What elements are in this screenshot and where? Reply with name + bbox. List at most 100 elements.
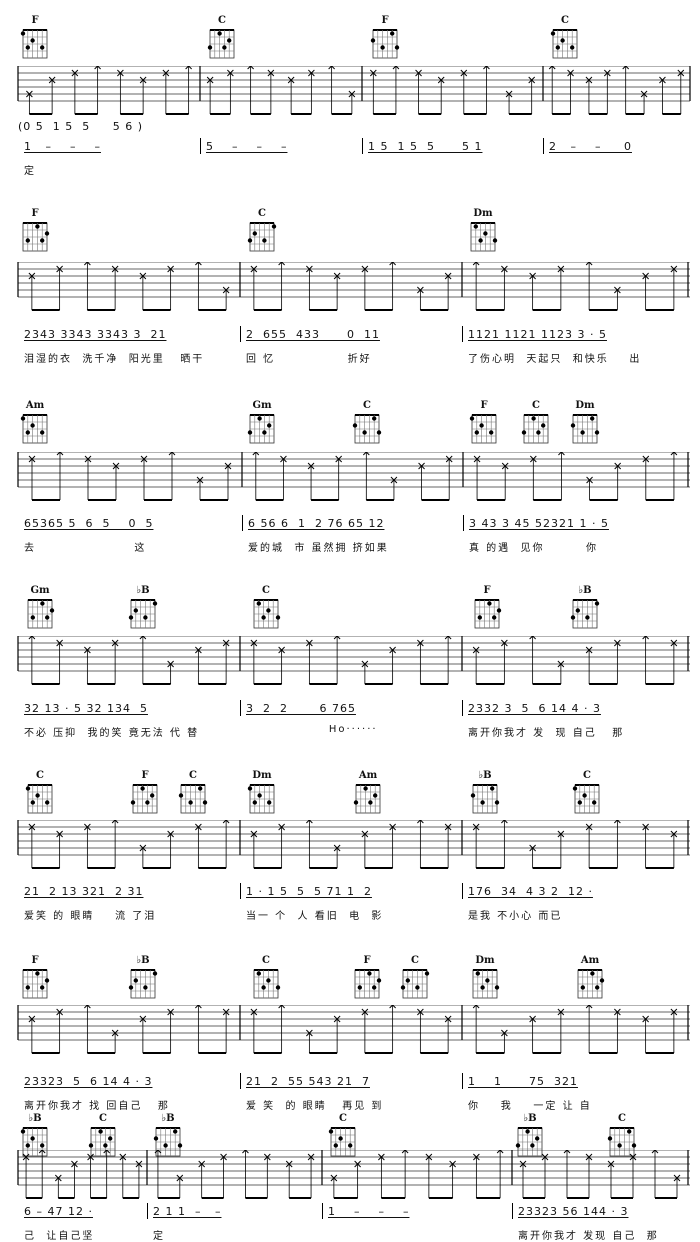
tab-note-x <box>250 639 258 684</box>
tab-note-x <box>348 90 356 114</box>
tab-note-x <box>390 476 398 500</box>
chord-grid-icon <box>577 969 605 999</box>
chord-diagram: Gm <box>245 400 279 445</box>
lyrics: 己 让自己坚 <box>24 1231 95 1242</box>
chord-diagram: F <box>18 208 52 253</box>
tab-note-x <box>111 1029 119 1053</box>
numbered-notation: 2332 3 5 6 14 4 · 3 <box>468 702 601 715</box>
tab-note-x <box>472 823 480 868</box>
chord-grid-icon <box>128 599 158 629</box>
tab-note-x <box>585 1153 593 1198</box>
tab-note-x <box>198 1160 206 1198</box>
tab-note-x <box>56 639 63 684</box>
tab-note-x <box>87 1153 94 1198</box>
chord-grid-icon <box>253 969 281 999</box>
chord-diagram: C <box>548 15 582 60</box>
tab-note-x <box>167 1008 174 1053</box>
numbered-notation: 65365 5 6 5 0 5 <box>24 517 154 530</box>
chord-name: F <box>381 15 389 26</box>
notation-bar-line <box>512 1203 513 1219</box>
chord-grid-icon <box>128 969 158 999</box>
chord-diagram: C <box>398 955 432 1000</box>
chord-grid-icon <box>570 414 600 444</box>
chord-grid-icon <box>370 29 400 59</box>
tab-note-x <box>673 1174 681 1198</box>
tab-note-x <box>206 76 214 114</box>
chord-diagram: ♭B <box>126 585 160 630</box>
chord-grid-icon <box>472 969 500 999</box>
chord-name: Am <box>358 770 378 781</box>
tab-note-x <box>369 69 377 114</box>
tab-note-x <box>389 823 396 868</box>
tab-note-x <box>614 1008 621 1053</box>
chord-name: C <box>532 400 540 411</box>
tab-note-x <box>22 1153 30 1198</box>
tab-note-x <box>425 1153 433 1198</box>
chord-diagram: C <box>519 400 553 445</box>
tab-note-x <box>417 1008 424 1053</box>
chord-name: Dm <box>252 770 272 781</box>
tab-note-x <box>529 455 537 500</box>
tab-note-x <box>557 660 565 684</box>
chord-diagram: F <box>18 15 52 60</box>
notation-bar-line <box>462 326 463 342</box>
tab-note-x <box>529 1015 536 1053</box>
chord-grid-icon <box>20 29 48 59</box>
lyrics: 真 的遇 见你 你 <box>469 543 598 554</box>
tab-note-x <box>505 90 513 114</box>
chord-diagram: ♭B <box>468 770 502 815</box>
chord-name: C <box>411 955 419 966</box>
chord-name: ♭B <box>28 1113 42 1124</box>
tab-note-x <box>670 830 678 868</box>
tab-note-x <box>418 462 425 500</box>
lyrics: 当一 个 人 看旧 电 影 <box>246 911 384 922</box>
chord-name: F <box>31 955 39 966</box>
numbered-notation: 2 655 433 0 11 <box>246 328 380 341</box>
tab-note-x <box>139 76 147 114</box>
tab-note-x <box>306 639 313 684</box>
lyrics: 泪湿的衣 洗千净 阳光里 晒干 <box>24 354 205 365</box>
chord-name: C <box>363 400 371 411</box>
lyrics: 了伤心明 天起只 和快乐 出 <box>468 354 642 365</box>
chord-grid-icon <box>25 784 53 814</box>
tab-staff <box>17 636 690 685</box>
tab-note-x <box>333 1015 341 1053</box>
tab-note-x <box>473 455 481 500</box>
tab-note-x <box>529 272 536 310</box>
chord-diagram: F <box>350 955 384 1000</box>
tab-note-x <box>195 646 202 684</box>
tab-note-x <box>176 1174 184 1198</box>
chord-grid-icon <box>470 222 498 252</box>
tab-staff <box>17 262 690 311</box>
tab-note-x <box>287 76 295 114</box>
tab-note-x <box>222 1008 230 1053</box>
tab-note-x <box>285 1160 293 1198</box>
chord-diagram: C <box>23 770 57 815</box>
tab-note-x <box>28 455 36 500</box>
chord-name: ♭B <box>136 585 150 596</box>
tab-note-x <box>378 1153 385 1198</box>
tab-note-x <box>417 639 424 684</box>
tab-note-x <box>557 830 565 868</box>
chord-diagram: C <box>249 585 283 630</box>
tab-note-x <box>640 90 648 114</box>
numbered-notation: 6 – 47 12 · <box>24 1205 93 1218</box>
chord-grid-icon <box>550 29 578 59</box>
tab-note-x <box>541 1153 549 1198</box>
tab-note-x <box>71 1160 78 1198</box>
notation-bar-line <box>242 515 243 531</box>
chord-name: C <box>618 1113 626 1124</box>
chord-grid-icon <box>353 784 381 814</box>
tab-note-x <box>196 476 204 500</box>
chord-name: F <box>480 400 488 411</box>
numbered-notation: 23323 5 6 14 4 · 3 <box>24 1075 153 1088</box>
tab-note-x <box>642 1015 649 1053</box>
numbered-notation: 3 43 3 45 52321 1 · 5 <box>469 517 609 530</box>
tab-note-x <box>501 1029 508 1053</box>
tab-note-x <box>250 830 258 868</box>
tab-note-x <box>557 1008 565 1053</box>
lyrics: 离开你我才 发 现 自己 那 <box>468 728 625 739</box>
tab-note-x <box>529 844 536 868</box>
chord-grid-icon <box>27 599 55 629</box>
chord-name: F <box>363 955 371 966</box>
